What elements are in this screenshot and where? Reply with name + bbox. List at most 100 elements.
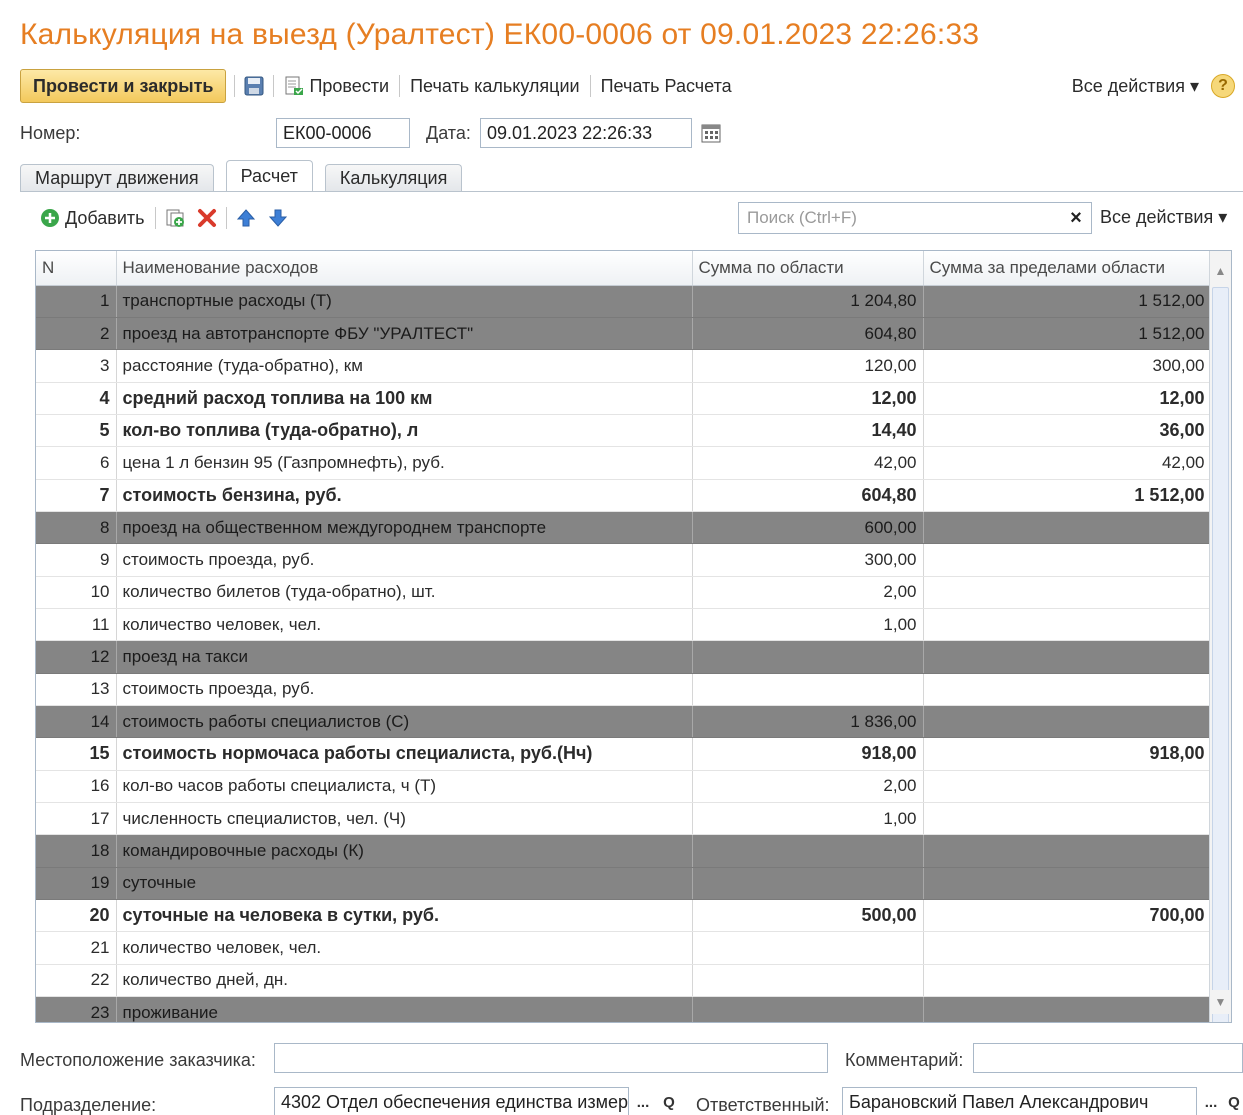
print-calculation-button[interactable]: Печать калькуляции bbox=[408, 76, 581, 97]
tab-route[interactable]: Маршрут движения bbox=[20, 164, 214, 192]
in-region-sum-cell[interactable]: 120,00 bbox=[692, 349, 924, 383]
move-up-icon[interactable] bbox=[235, 207, 257, 229]
expense-name-cell[interactable]: средний расход топлива на 100 км bbox=[116, 382, 693, 415]
out-region-sum-cell[interactable] bbox=[923, 576, 1212, 609]
calendar-icon[interactable] bbox=[700, 122, 722, 144]
move-down-icon[interactable] bbox=[267, 207, 289, 229]
out-region-sum-cell[interactable] bbox=[923, 511, 1212, 545]
out-region-sum-cell[interactable]: 300,00 bbox=[923, 349, 1212, 383]
in-region-sum-cell[interactable]: 2,00 bbox=[692, 770, 924, 804]
vertical-scrollbar[interactable]: ▲ ▼ bbox=[1209, 251, 1231, 1022]
date-field[interactable]: 09.01.2023 22:26:33 bbox=[480, 118, 692, 148]
table-row[interactable]: 12 проезд на такси bbox=[36, 640, 1212, 674]
in-region-sum-cell[interactable]: 1,00 bbox=[692, 802, 924, 836]
row-number-cell[interactable]: 23 bbox=[36, 996, 117, 1022]
scroll-down-icon[interactable]: ▼ bbox=[1210, 990, 1231, 1014]
in-region-sum-cell[interactable]: 604,80 bbox=[692, 317, 924, 351]
in-region-sum-cell[interactable]: 1,00 bbox=[692, 608, 924, 642]
table-row[interactable]: 18 командировочные расходы (К) bbox=[36, 834, 1212, 868]
expense-name-cell[interactable]: проезд на автотранспорте ФБУ "УРАЛТЕСТ" bbox=[116, 317, 693, 351]
all-actions-menu[interactable]: Все действия ▾ bbox=[1070, 76, 1201, 97]
expense-name-cell[interactable]: расстояние (туда-обратно), км bbox=[116, 349, 693, 383]
row-number-cell[interactable]: 4 bbox=[36, 382, 117, 415]
department-select-button[interactable]: ... bbox=[632, 1089, 654, 1115]
in-region-sum-cell[interactable]: 300,00 bbox=[692, 543, 924, 577]
table-row[interactable]: 4 средний расход топлива на 100 км 12,00 12… bbox=[36, 382, 1212, 415]
post-and-close-button[interactable]: Провести и закрыть bbox=[20, 69, 227, 103]
out-region-sum-cell[interactable] bbox=[923, 705, 1212, 739]
in-region-sum-cell[interactable]: 1 836,00 bbox=[692, 705, 924, 739]
expense-name-cell[interactable]: количество билетов (туда-обратно), шт. bbox=[116, 576, 693, 609]
out-region-sum-cell[interactable]: 36,00 bbox=[923, 414, 1212, 448]
in-region-sum-cell[interactable] bbox=[692, 996, 924, 1022]
out-region-sum-cell[interactable] bbox=[923, 996, 1212, 1022]
expense-name-cell[interactable]: стоимость проезда, руб. bbox=[116, 673, 693, 706]
in-region-sum-cell[interactable]: 2,00 bbox=[692, 576, 924, 609]
out-region-sum-cell[interactable]: 918,00 bbox=[923, 737, 1212, 771]
out-region-sum-cell[interactable]: 42,00 bbox=[923, 446, 1212, 480]
row-number-cell[interactable]: 2 bbox=[36, 317, 117, 351]
copy-row-icon[interactable] bbox=[164, 207, 186, 229]
expense-name-cell[interactable]: командировочные расходы (К) bbox=[116, 834, 693, 868]
row-number-cell[interactable]: 21 bbox=[36, 931, 117, 965]
expense-name-cell[interactable]: стоимость работы специалистов (С) bbox=[116, 705, 693, 739]
out-region-sum-cell[interactable]: 1 512,00 bbox=[923, 317, 1212, 351]
table-row[interactable]: 19 суточные bbox=[36, 867, 1212, 901]
in-region-sum-cell[interactable]: 604,80 bbox=[692, 479, 924, 512]
expense-name-cell[interactable]: стоимость проезда, руб. bbox=[116, 543, 693, 577]
column-header-n[interactable]: N bbox=[36, 251, 117, 286]
row-number-cell[interactable]: 14 bbox=[36, 705, 117, 739]
row-number-cell[interactable]: 16 bbox=[36, 770, 117, 804]
row-number-cell[interactable]: 15 bbox=[36, 737, 117, 771]
row-number-cell[interactable]: 1 bbox=[36, 285, 117, 318]
responsible-field[interactable]: Барановский Павел Александрович bbox=[842, 1087, 1197, 1115]
row-number-cell[interactable]: 8 bbox=[36, 511, 117, 545]
expense-name-cell[interactable]: цена 1 л бензин 95 (Газпромнефть), руб. bbox=[116, 446, 693, 480]
responsible-select-button[interactable]: ... bbox=[1200, 1089, 1222, 1115]
expense-name-cell[interactable]: количество человек, чел. bbox=[116, 931, 693, 965]
expense-name-cell[interactable]: количество дней, дн. bbox=[116, 964, 693, 998]
table-all-actions-menu[interactable]: Все действия ▾ bbox=[1100, 207, 1227, 228]
in-region-sum-cell[interactable]: 600,00 bbox=[692, 511, 924, 545]
row-number-cell[interactable]: 11 bbox=[36, 608, 117, 642]
out-region-sum-cell[interactable]: 700,00 bbox=[923, 899, 1212, 933]
in-region-sum-cell[interactable] bbox=[692, 964, 924, 998]
table-row[interactable]: 16 кол-во часов работы специалиста, ч (Т)… bbox=[36, 770, 1212, 804]
number-field[interactable]: ЕК00-0006 bbox=[276, 118, 410, 148]
row-number-cell[interactable]: 3 bbox=[36, 349, 117, 383]
column-header-out-region[interactable]: Сумма за пределами области bbox=[923, 251, 1212, 286]
expense-name-cell[interactable]: численность специалистов, чел. (Ч) bbox=[116, 802, 693, 836]
out-region-sum-cell[interactable] bbox=[923, 770, 1212, 804]
expense-name-cell[interactable]: проживание bbox=[116, 996, 693, 1022]
in-region-sum-cell[interactable]: 500,00 bbox=[692, 899, 924, 933]
out-region-sum-cell[interactable] bbox=[923, 867, 1212, 901]
expense-name-cell[interactable]: проезд на общественном междугороднем тра… bbox=[116, 511, 693, 545]
table-row[interactable]: 5 кол-во топлива (туда-обратно), л 14,40 36… bbox=[36, 414, 1212, 448]
row-number-cell[interactable]: 7 bbox=[36, 479, 117, 512]
expense-name-cell[interactable]: кол-во топлива (туда-обратно), л bbox=[116, 414, 693, 448]
expense-name-cell[interactable]: стоимость бензина, руб. bbox=[116, 479, 693, 512]
table-row[interactable]: 8 проезд на общественном междугороднем тр… bbox=[36, 511, 1212, 545]
in-region-sum-cell[interactable] bbox=[692, 931, 924, 965]
responsible-open-icon[interactable]: Q bbox=[1223, 1089, 1243, 1115]
table-row[interactable]: 15 стоимость нормочаса работы специалиста… bbox=[36, 737, 1212, 771]
table-row[interactable]: 22 количество дней, дн. bbox=[36, 964, 1212, 998]
table-row[interactable]: 10 количество билетов (туда-обратно), шт.… bbox=[36, 576, 1212, 609]
row-number-cell[interactable]: 19 bbox=[36, 867, 117, 901]
in-region-sum-cell[interactable] bbox=[692, 834, 924, 868]
in-region-sum-cell[interactable]: 14,40 bbox=[692, 414, 924, 448]
search-input[interactable]: Поиск (Ctrl+F) × bbox=[738, 202, 1092, 234]
out-region-sum-cell[interactable]: 1 512,00 bbox=[923, 479, 1212, 512]
expense-name-cell[interactable]: транспортные расходы (Т) bbox=[116, 285, 693, 318]
row-number-cell[interactable]: 5 bbox=[36, 414, 117, 448]
table-row[interactable]: 13 стоимость проезда, руб. bbox=[36, 673, 1212, 706]
location-field[interactable] bbox=[274, 1043, 828, 1073]
out-region-sum-cell[interactable] bbox=[923, 608, 1212, 642]
table-row[interactable]: 14 стоимость работы специалистов (С) 1 836… bbox=[36, 705, 1212, 739]
in-region-sum-cell[interactable] bbox=[692, 867, 924, 901]
column-header-in-region[interactable]: Сумма по области bbox=[692, 251, 924, 286]
table-row[interactable]: 20 суточные на человека в сутки, руб. 500,… bbox=[36, 899, 1212, 933]
out-region-sum-cell[interactable] bbox=[923, 931, 1212, 965]
table-row[interactable]: 3 расстояние (туда-обратно), км 120,00 300,… bbox=[36, 349, 1212, 383]
table-row[interactable]: 23 проживание bbox=[36, 996, 1212, 1022]
